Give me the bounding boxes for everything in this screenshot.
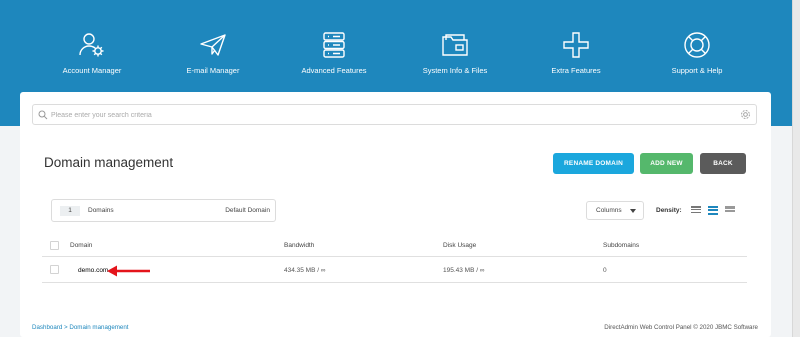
search-input[interactable]	[51, 107, 731, 123]
server-stack-icon	[323, 32, 345, 58]
select-all-checkbox[interactable]	[50, 241, 59, 250]
page-title: Domain management	[44, 155, 174, 170]
nav-advanced-features[interactable]: Advanced Features	[264, 30, 404, 75]
back-button[interactable]: BACK	[700, 153, 746, 174]
columns-dropdown[interactable]: Columns	[586, 201, 644, 220]
nav-label: Extra Features	[551, 66, 601, 75]
breadcrumb-domain-management[interactable]: Domain management	[69, 324, 128, 331]
folder-icon	[442, 34, 468, 56]
table-header-row: Domain Bandwidth Disk Usage Subdomains	[42, 235, 747, 257]
search-bar	[32, 104, 757, 125]
subdomains-value: 0	[603, 267, 607, 274]
columns-label: Columns	[596, 207, 622, 214]
domain-link[interactable]: demo.com	[78, 267, 108, 274]
breadcrumb-separator: >	[64, 324, 68, 331]
nav-label: Advanced Features	[301, 66, 367, 75]
nav-email-manager[interactable]: E-mail Manager	[143, 30, 283, 75]
gear-icon[interactable]	[740, 109, 751, 120]
nav-support-help[interactable]: Support & Help	[627, 30, 767, 75]
header-subdomains[interactable]: Subdomains	[603, 242, 639, 249]
breadcrumb: Dashboard > Domain management	[32, 324, 129, 331]
breadcrumb-dashboard[interactable]: Dashboard	[32, 324, 62, 331]
lifebuoy-icon	[684, 32, 710, 58]
add-new-button[interactable]: ADD NEW	[640, 153, 693, 174]
bandwidth-value: 434.35 MB / ∞	[284, 267, 326, 274]
density-wide-icon[interactable]	[725, 206, 735, 214]
chevron-down-icon	[630, 209, 636, 213]
page-scrollbar[interactable]	[792, 0, 800, 337]
default-domain-label[interactable]: Default Domain	[225, 207, 270, 214]
nav-label: System Info & Files	[422, 66, 488, 75]
red-arrow-annotation	[107, 265, 150, 277]
nav-extra-features[interactable]: Extra Features	[506, 30, 646, 75]
header-domain[interactable]: Domain	[70, 242, 92, 249]
nav-system-info-files[interactable]: System Info & Files	[385, 30, 525, 75]
domain-count-badge: 1	[60, 206, 80, 216]
header-disk-usage[interactable]: Disk Usage	[443, 242, 476, 249]
header-bandwidth[interactable]: Bandwidth	[284, 242, 314, 249]
content-panel: Domain management RENAME DOMAIN ADD NEW …	[20, 92, 771, 337]
density-medium-icon[interactable]	[708, 206, 718, 215]
domain-summary-box: 1 Domains Default Domain	[51, 199, 276, 222]
row-checkbox[interactable]	[50, 265, 59, 274]
plus-icon	[563, 32, 589, 58]
paper-plane-icon	[200, 34, 226, 56]
main-nav: Account Manager E-mail Manager Advanced …	[0, 30, 792, 80]
user-gear-icon	[79, 33, 104, 57]
disk-usage-value: 195.43 MB / ∞	[443, 267, 485, 274]
nav-label: E-mail Manager	[186, 66, 240, 75]
footer-copyright: DirectAdmin Web Control Panel © 2020 JBM…	[604, 324, 758, 331]
nav-label: Account Manager	[62, 66, 122, 75]
density-compact-icon[interactable]	[691, 206, 701, 214]
rename-domain-button[interactable]: RENAME DOMAIN	[553, 153, 634, 174]
nav-label: Support & Help	[671, 66, 723, 75]
density-label: Density:	[656, 207, 682, 214]
nav-account-manager[interactable]: Account Manager	[22, 30, 162, 75]
search-icon	[38, 110, 48, 120]
domain-count-label: Domains	[88, 207, 114, 214]
